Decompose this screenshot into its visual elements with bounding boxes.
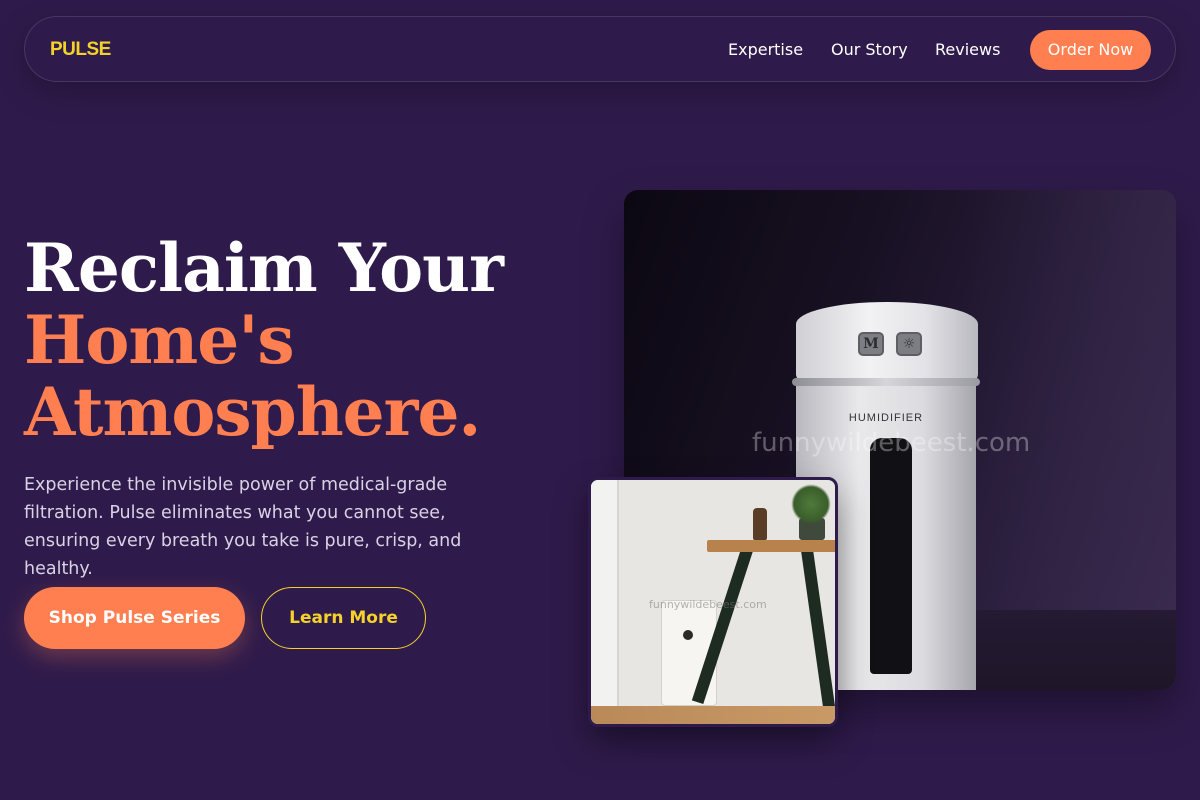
hero-description: Experience the invisible power of medica…: [24, 475, 462, 579]
humidifier-ring: [792, 378, 980, 386]
headline-line-2: Home's: [24, 301, 295, 379]
table-leg: [801, 549, 835, 710]
shop-pulse-series-button[interactable]: Shop Pulse Series: [24, 587, 245, 649]
headline-line-3: Atmosphere.: [24, 373, 481, 451]
mode-button-icon: M: [858, 332, 884, 356]
humidifier-label: HUMIDIFIER: [848, 412, 924, 424]
plant-icon: [791, 484, 831, 524]
brand-logo[interactable]: PULSE: [50, 39, 111, 61]
room-door: [591, 480, 619, 712]
purifier-indicator-icon: [683, 630, 693, 640]
main-image-watermark: funnywildebeest.com: [752, 428, 1031, 458]
nav-link-reviews[interactable]: Reviews: [935, 40, 1000, 59]
spray-bottle: [753, 508, 767, 540]
wooden-floor: [591, 706, 835, 724]
top-navigation-bar: PULSE Expertise Our Story Reviews Order …: [24, 16, 1176, 82]
hero-headline: Reclaim Your Home's Atmosphere.: [24, 232, 584, 448]
humidifier-water-window: [870, 438, 912, 674]
nav-link-expertise[interactable]: Expertise: [728, 40, 803, 59]
light-button-icon: ☼: [896, 332, 922, 356]
nav-link-our-story[interactable]: Our Story: [831, 40, 908, 59]
wooden-tabletop: [707, 540, 835, 552]
humidifier-cap: M ☼: [796, 302, 978, 382]
order-now-button[interactable]: Order Now: [1030, 30, 1151, 70]
learn-more-button[interactable]: Learn More: [261, 587, 426, 649]
headline-line-1: Reclaim Your: [24, 229, 504, 307]
secondary-image-watermark: funnywildebeest.com: [649, 598, 767, 611]
room-lifestyle-image: funnywildebeest.com: [588, 477, 838, 727]
